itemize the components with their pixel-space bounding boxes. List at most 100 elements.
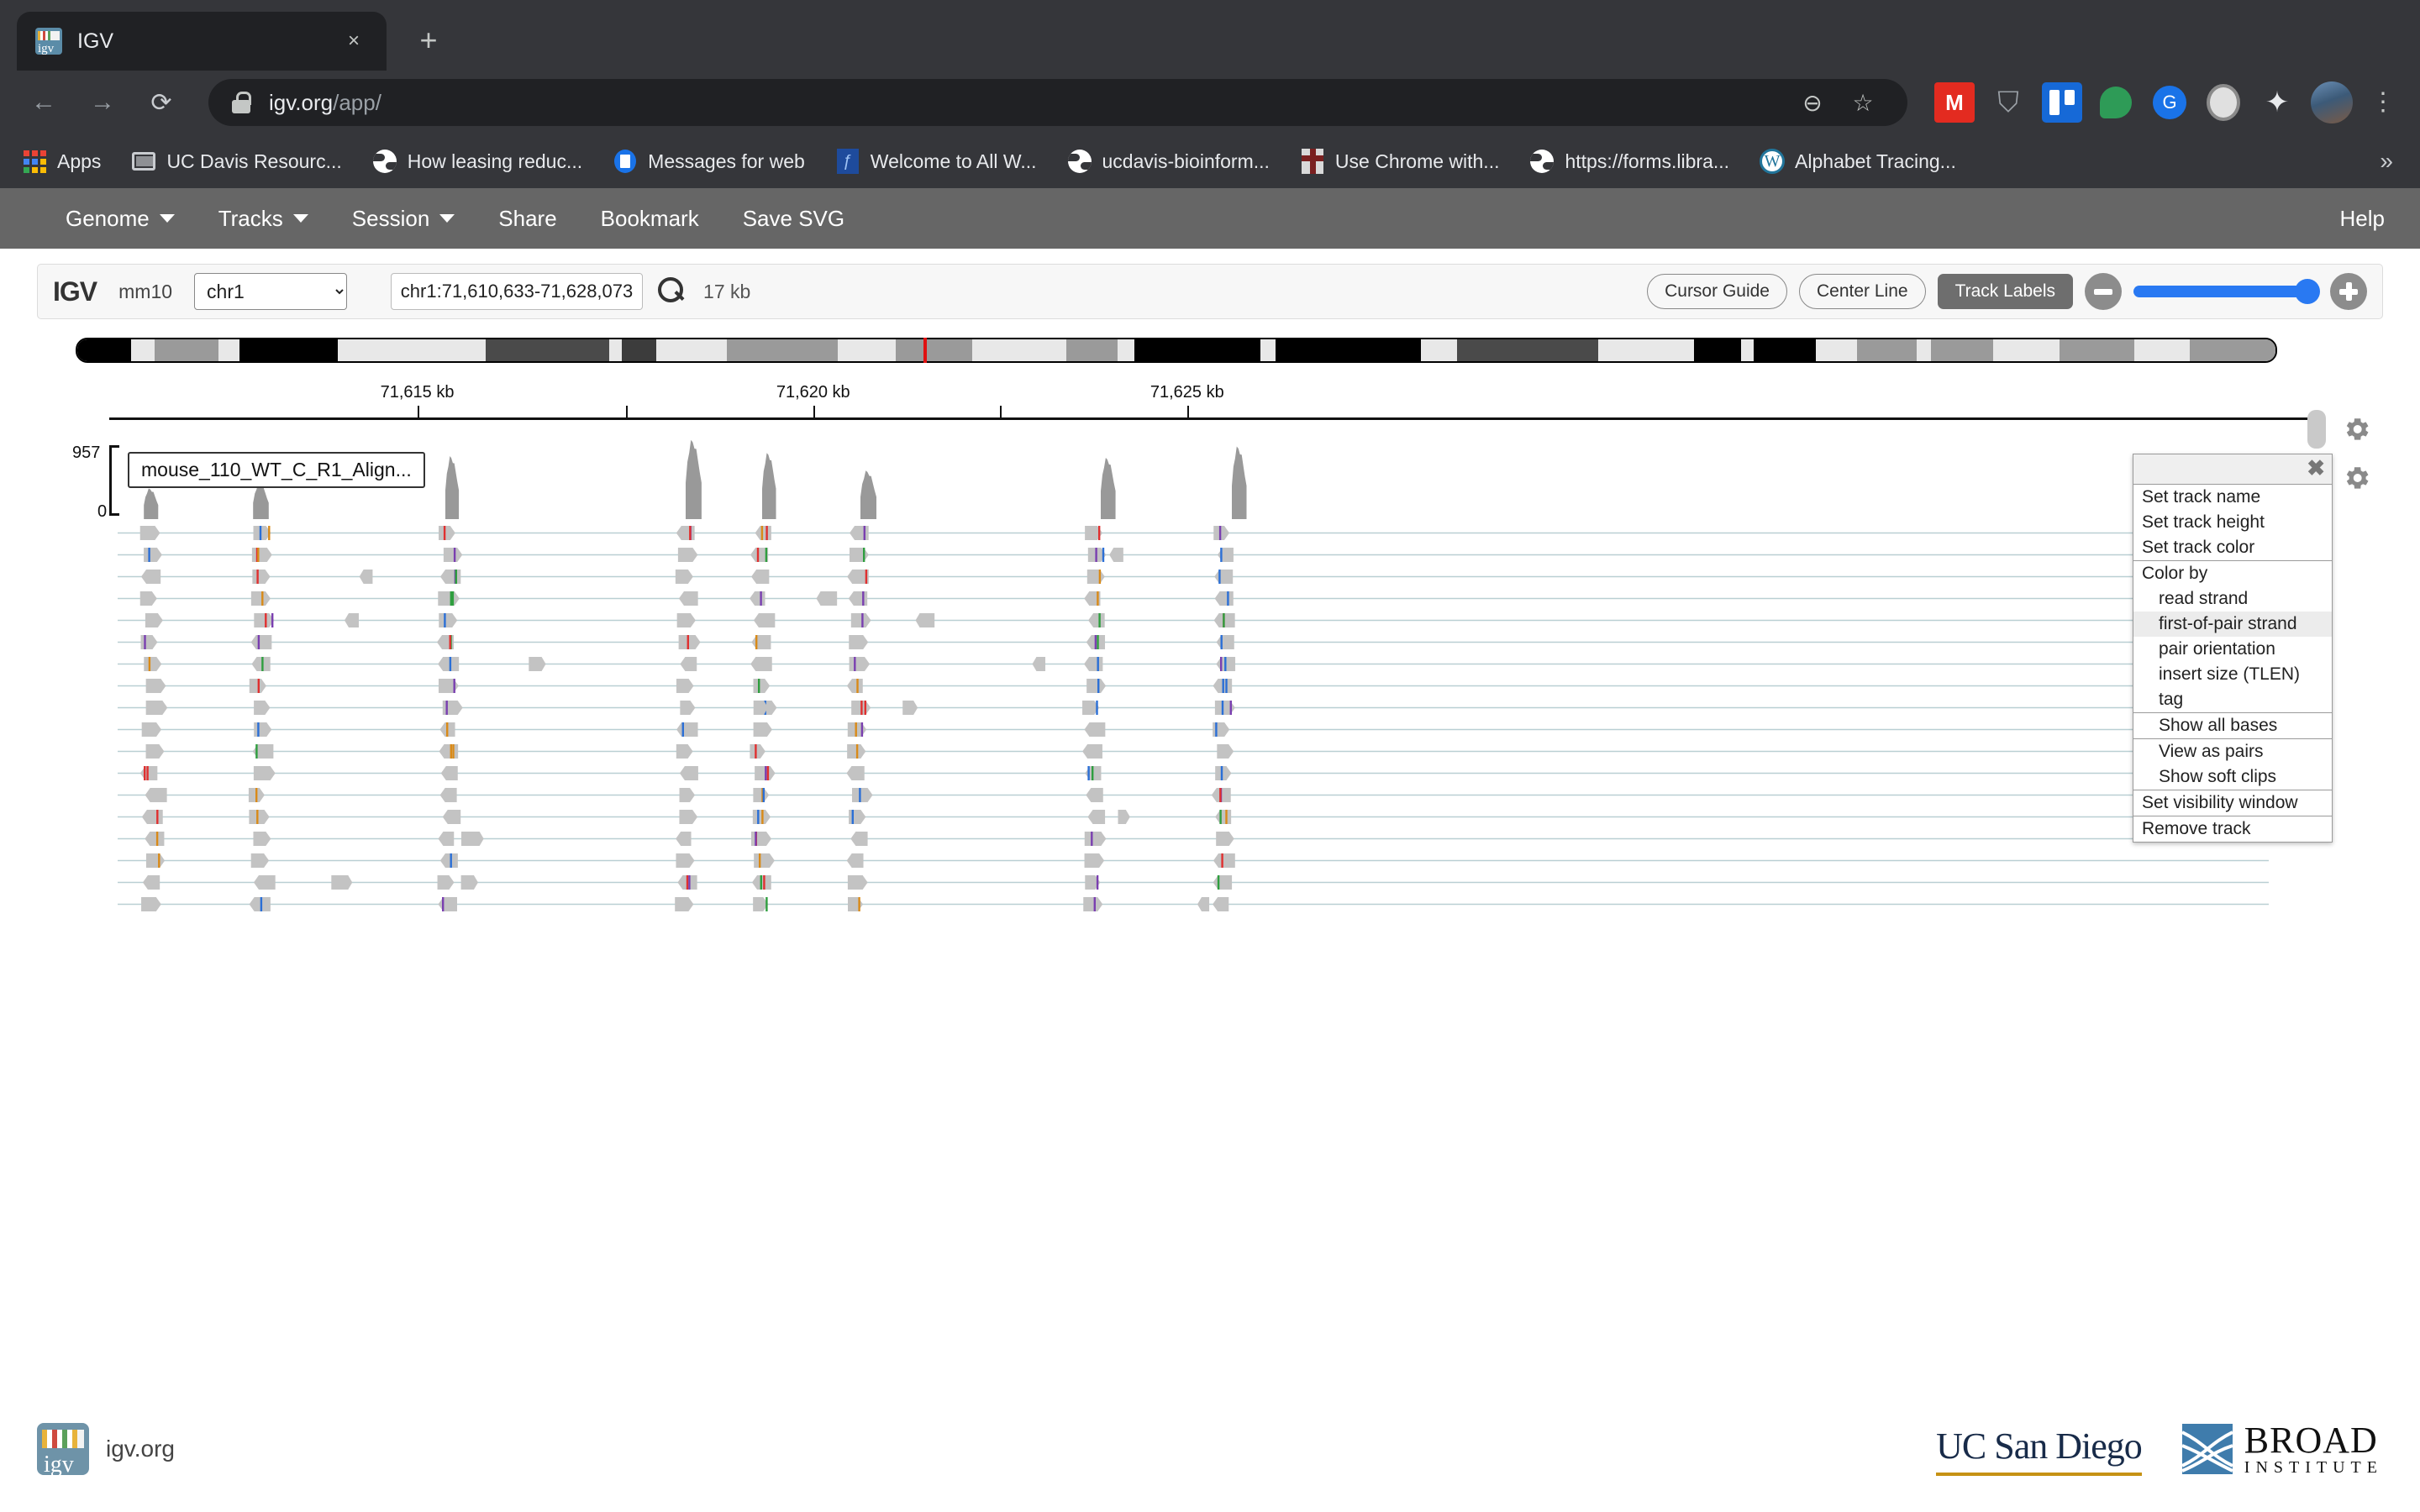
alignment-read[interactable] [850, 832, 867, 846]
alignment-read[interactable] [753, 810, 771, 824]
alignment-read[interactable] [146, 701, 168, 715]
context-menu-item-set-visibility-window[interactable]: Set visibility window [2133, 790, 2332, 816]
alignment-read[interactable] [251, 591, 271, 606]
alignment-read[interactable] [678, 548, 697, 562]
alignment-read[interactable] [250, 897, 271, 911]
alignment-read[interactable] [753, 679, 770, 693]
alignment-read[interactable] [750, 591, 765, 606]
zoom-out-icon[interactable] [2085, 273, 2122, 310]
alignment-read[interactable] [850, 548, 869, 562]
alignment-read[interactable] [676, 526, 695, 540]
alignment-read[interactable] [252, 548, 272, 562]
alignment-read[interactable] [1213, 853, 1235, 868]
zoom-in-icon[interactable] [2330, 273, 2367, 310]
alignment-read[interactable] [438, 875, 455, 890]
alignment-read[interactable] [254, 722, 271, 737]
grammarly-extension-icon[interactable]: G [2149, 82, 2190, 123]
alignment-read[interactable] [755, 526, 771, 540]
alignment-read[interactable] [848, 897, 863, 911]
menu-help[interactable]: Help [2340, 206, 2420, 232]
track-context-menu[interactable]: ✖ Set track name Set track height Set trac… [2133, 454, 2333, 843]
igv-org-link[interactable]: igv.org [106, 1436, 175, 1462]
bookmark-messages-for-web[interactable]: Messages for web [613, 149, 805, 174]
alignment-read[interactable] [439, 722, 455, 737]
alignment-read[interactable] [1086, 788, 1102, 802]
menu-save-svg[interactable]: Save SVG [721, 188, 866, 249]
alignment-read[interactable] [145, 788, 167, 802]
alignment-read[interactable] [443, 810, 460, 824]
gear-icon[interactable] [2343, 464, 2371, 492]
alignment-read[interactable] [439, 679, 459, 693]
menu-genome[interactable]: Genome [44, 188, 197, 249]
alignment-read[interactable] [443, 701, 463, 715]
alignment-read[interactable] [848, 722, 866, 737]
track-name-label[interactable]: mouse_110_WT_C_R1_Align... [128, 452, 425, 488]
alignment-read[interactable] [1082, 701, 1099, 715]
alignment-read[interactable] [146, 744, 165, 759]
alignment-read[interactable] [1214, 570, 1233, 584]
alignment-read[interactable] [1218, 548, 1234, 562]
menu-share[interactable]: Share [476, 188, 578, 249]
alignment-read[interactable] [848, 875, 868, 890]
alignment-read[interactable] [140, 591, 157, 606]
bookmark-how-leasing-reduces[interactable]: How leasing reduc... [372, 149, 582, 174]
bookmark-welcome-to-all-w[interactable]: ƒ Welcome to All W... [835, 149, 1037, 174]
alignment-read[interactable] [252, 657, 271, 671]
context-menu-item-read-strand[interactable]: read strand [2133, 586, 2332, 612]
alignment-read[interactable] [676, 853, 694, 868]
address-bar[interactable]: igv.org/app/ ⊖ ☆ [208, 79, 1907, 126]
alignment-read[interactable] [1213, 897, 1228, 911]
alignment-read[interactable] [754, 613, 775, 627]
alignment-read[interactable] [677, 613, 696, 627]
alignment-read[interactable] [440, 853, 458, 868]
alignment-read[interactable] [440, 788, 457, 802]
context-menu-item-remove-track[interactable]: Remove track [2133, 816, 2332, 842]
bookmark-apps[interactable]: Apps [22, 149, 101, 174]
alignment-read[interactable] [331, 875, 352, 890]
alignment-read[interactable] [249, 810, 269, 824]
alignment-read[interactable] [141, 635, 158, 649]
reload-icon[interactable]: ⟳ [138, 79, 185, 126]
alignment-read[interactable] [142, 722, 161, 737]
chromosome-select[interactable]: chr1 [194, 273, 347, 310]
alignment-read[interactable] [438, 832, 454, 846]
alignment-read[interactable] [847, 679, 863, 693]
alignment-read[interactable] [143, 875, 160, 890]
ideogram-bands[interactable] [76, 338, 2277, 363]
alignment-read[interactable] [251, 635, 272, 649]
menu-tracks[interactable]: Tracks [197, 188, 330, 249]
alignment-read[interactable] [144, 548, 162, 562]
alignment-read[interactable] [750, 548, 768, 562]
mendeley-extension-icon[interactable]: M [1934, 82, 1975, 123]
alignment-read[interactable] [441, 766, 458, 780]
alignment-read[interactable] [1084, 591, 1100, 606]
context-menu-item-set-track-height[interactable]: Set track height [2133, 510, 2332, 535]
alignment-read[interactable] [752, 875, 771, 890]
alignment-read[interactable] [250, 679, 266, 693]
alignment-read[interactable] [902, 701, 918, 715]
context-menu-item-view-as-pairs[interactable]: View as pairs [2133, 739, 2332, 764]
alignment-read[interactable] [1197, 897, 1209, 911]
context-menu-item-color-by[interactable]: Color by [2133, 561, 2332, 586]
alignment-read[interactable] [1109, 548, 1123, 562]
chromosome-ideogram[interactable] [76, 338, 2383, 366]
alignment-read[interactable] [145, 832, 164, 846]
alignment-read[interactable] [252, 570, 270, 584]
alignment-read[interactable] [1215, 766, 1231, 780]
alignment-read[interactable] [680, 701, 695, 715]
alignment-reads-track[interactable] [118, 524, 2420, 927]
alignment-read[interactable] [440, 570, 460, 584]
alignment-read[interactable] [679, 635, 701, 649]
alignment-read[interactable] [146, 853, 165, 868]
alignment-read[interactable] [360, 570, 373, 584]
context-menu-item-tag[interactable]: tag [2133, 687, 2332, 712]
alignment-read[interactable] [852, 788, 873, 802]
bookmark-uc-davis-resources[interactable]: UC Davis Resourc... [131, 149, 341, 174]
alignment-read[interactable] [750, 657, 772, 671]
alignment-read[interactable] [1087, 570, 1105, 584]
alignment-read[interactable] [851, 613, 871, 627]
bookmark-forms-library[interactable]: https://forms.libra... [1529, 149, 1729, 174]
gear-icon[interactable] [2343, 415, 2371, 444]
alignment-read[interactable] [1216, 832, 1234, 846]
alignment-read[interactable] [849, 591, 867, 606]
